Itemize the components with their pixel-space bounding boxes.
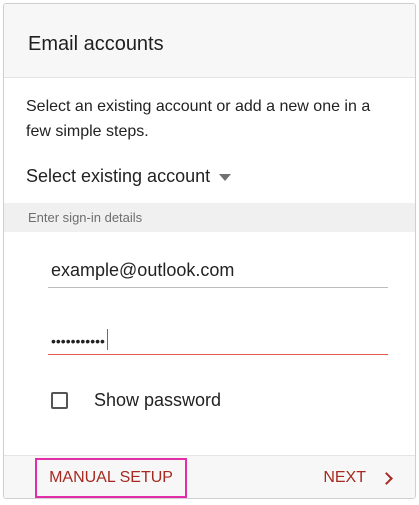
text-cursor (106, 329, 109, 350)
select-existing-account-label: Select existing account (26, 165, 211, 186)
select-existing-account-dropdown[interactable]: Select existing account (26, 162, 232, 190)
password-masked-text: ••••••••••• (51, 333, 105, 350)
sign-in-section-label: Enter sign-in details (28, 210, 143, 225)
caret-down-icon (219, 173, 232, 181)
sign-in-section-header: Enter sign-in details (4, 203, 415, 232)
password-field-value: ••••••••••• (51, 329, 109, 353)
chevron-right-icon (380, 471, 393, 485)
email-field-value: example@outlook.com (51, 260, 235, 280)
dialog-title: Email accounts (28, 33, 164, 55)
manual-setup-button[interactable]: MANUAL SETUP (35, 458, 187, 498)
email-field[interactable]: example@outlook.com (48, 255, 388, 288)
show-password-label: Show password (94, 389, 222, 410)
next-button[interactable]: NEXT (323, 460, 393, 496)
next-button-label: NEXT (323, 469, 366, 486)
email-accounts-dialog: Email accounts Select an existing accoun… (3, 3, 416, 499)
description-text: Select an existing account or add a new … (26, 98, 371, 140)
show-password-checkbox[interactable] (51, 391, 68, 409)
dialog-header: Email accounts (4, 4, 415, 78)
password-field[interactable]: ••••••••••• (48, 322, 388, 355)
show-password-toggle[interactable]: Show password (51, 388, 221, 412)
